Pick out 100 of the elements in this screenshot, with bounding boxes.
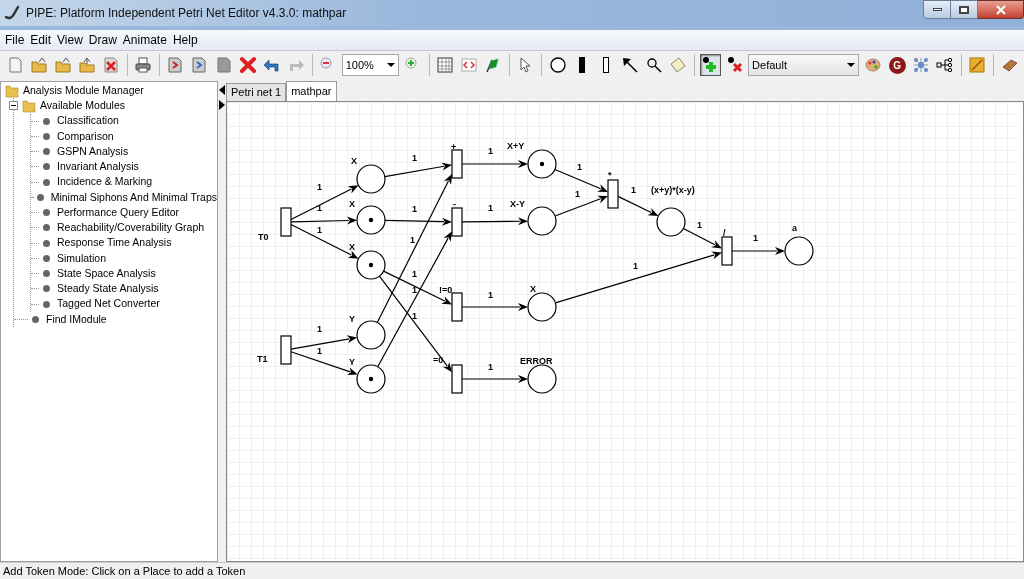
transition-label: +	[451, 142, 457, 152]
place-circle[interactable]	[527, 292, 557, 322]
transition-bar[interactable]	[451, 292, 463, 322]
tab[interactable]: Petri net 1	[226, 83, 287, 101]
arc-weight: 1	[488, 290, 493, 300]
circle-icon	[548, 56, 567, 74]
dropdown[interactable]: Default	[748, 54, 860, 76]
petri-net-canvas[interactable]: 1 1 1 1 1 1 1 1 1 1 1 1 1 1 1 1 1 1 1 1 1 X X X Y Y X+Y X-Y X ERROR (x+y)*(x-y) a T0 T1 + - !=0 =0 * /	[227, 102, 1019, 561]
close-button[interactable]	[978, 0, 1024, 19]
place-label: a	[792, 223, 797, 233]
arc-weight: 1	[631, 185, 636, 195]
folder-icon	[53, 56, 72, 74]
place-label: X	[530, 284, 536, 294]
place-tool-button[interactable]	[547, 54, 569, 76]
arc-weight: 1	[488, 362, 493, 372]
place-circle[interactable]	[356, 320, 386, 350]
tree-item[interactable]: Simulation	[57, 250, 107, 267]
close-icon	[995, 4, 1006, 15]
document-cross-icon	[102, 56, 121, 74]
transition-bar[interactable]	[451, 364, 463, 394]
place-circle[interactable]	[527, 149, 557, 179]
place-circle[interactable]	[656, 207, 686, 237]
arc-weight: 1	[753, 233, 758, 243]
dropdown[interactable]: 100%	[341, 54, 400, 76]
arc-weight: 1	[410, 235, 415, 245]
tree-item[interactable]: Reachability/Coverability Graph	[57, 220, 205, 236]
minimize-button[interactable]	[923, 0, 951, 19]
place-circle[interactable]	[356, 250, 386, 280]
tab[interactable]: mathpar	[286, 81, 337, 101]
tree-item[interactable]: Performance Query Editor	[57, 204, 179, 221]
bullet-icon	[43, 148, 50, 156]
tree-item[interactable]: Analysis Module Manager	[23, 82, 144, 99]
tree-item[interactable]: Available Modules	[40, 98, 126, 114]
arc-weight: 1	[577, 162, 582, 172]
arc-weight: 1	[412, 204, 417, 214]
menu-item[interactable]: Draw	[85, 31, 120, 49]
place-circle[interactable]	[356, 205, 386, 235]
bullet-icon	[43, 270, 50, 278]
cross-icon	[238, 56, 257, 74]
arc-weight: 1	[317, 225, 322, 235]
place-label: (x+y)*(x-y)	[651, 185, 695, 195]
transition-bar[interactable]	[451, 149, 463, 179]
network-icon	[912, 56, 931, 74]
folder-icon	[22, 98, 36, 113]
grid-tool-button[interactable]	[434, 54, 456, 76]
arc-weight: 1	[317, 346, 322, 356]
delete-tool-button[interactable]	[237, 54, 259, 76]
document-arrow-icon	[190, 56, 209, 74]
arc-arrow	[617, 195, 659, 216]
tree-item[interactable]: Tagged Net Converter	[57, 296, 160, 312]
tree-item[interactable]: Response Time Analysis	[57, 235, 172, 251]
place-circle[interactable]	[527, 364, 557, 394]
tree-diagram-icon	[936, 56, 955, 74]
tree-item[interactable]: GSPN Analysis	[57, 143, 129, 160]
menu-item[interactable]: Animate	[119, 31, 170, 49]
tree-item[interactable]: State Space Analysis	[57, 265, 156, 282]
transition-bar[interactable]	[280, 207, 292, 237]
place-circle[interactable]	[356, 364, 386, 394]
bullet-icon	[43, 300, 50, 308]
folder-icon	[78, 56, 96, 74]
tree-item[interactable]: Steady State Analysis	[57, 281, 159, 297]
place-circle[interactable]	[784, 236, 814, 266]
bullet-icon	[32, 315, 39, 323]
tree-item[interactable]: Find IModule	[46, 311, 107, 328]
folder-icon	[29, 56, 48, 74]
caret-icon	[847, 63, 856, 67]
bar-outline-icon	[602, 57, 609, 73]
arc-weight: 1	[412, 285, 417, 295]
print-tool-button[interactable]	[132, 54, 154, 76]
transition-bar[interactable]	[280, 335, 292, 365]
place-circle[interactable]	[356, 164, 386, 194]
tree-item[interactable]: Invariant Analysis	[57, 159, 139, 175]
maximize-button[interactable]	[951, 0, 978, 19]
folder-icon	[5, 83, 19, 98]
menu-item[interactable]: Edit	[27, 31, 55, 49]
remove-token-icon	[725, 56, 744, 74]
arc-weight: 1	[488, 203, 493, 213]
transition-bar[interactable]	[607, 179, 619, 209]
place-circle[interactable]	[527, 206, 557, 236]
add-token-tool-button[interactable]	[699, 54, 721, 76]
arc-arrow	[461, 375, 528, 383]
transition-label: -	[453, 199, 456, 209]
bullet-icon	[43, 132, 50, 140]
note-icon	[669, 56, 688, 74]
menu-item[interactable]: File	[2, 31, 28, 49]
arc-weight: 1	[317, 182, 322, 192]
collapse-toggle[interactable]	[9, 101, 18, 111]
window-title: PIPE: Platform Independent Petri Net Editor v4.3.0: mathpar	[26, 5, 347, 22]
arc-weight: 1	[633, 261, 638, 271]
menu-item[interactable]: Help	[169, 31, 201, 49]
filled-bar-icon	[578, 57, 585, 73]
transition-bar[interactable]	[451, 207, 463, 237]
bullet-icon	[36, 193, 44, 201]
tree-item[interactable]: Classification	[57, 113, 119, 129]
transition-bar[interactable]	[721, 236, 733, 266]
tree-item[interactable]: Minimal Siphons And Minimal Traps	[50, 189, 217, 206]
menu-item[interactable]: View	[54, 31, 86, 49]
tree-item[interactable]: Comparison	[57, 128, 114, 145]
grid-icon	[436, 56, 455, 74]
tree-item[interactable]: Incidence & Marking	[57, 174, 153, 190]
